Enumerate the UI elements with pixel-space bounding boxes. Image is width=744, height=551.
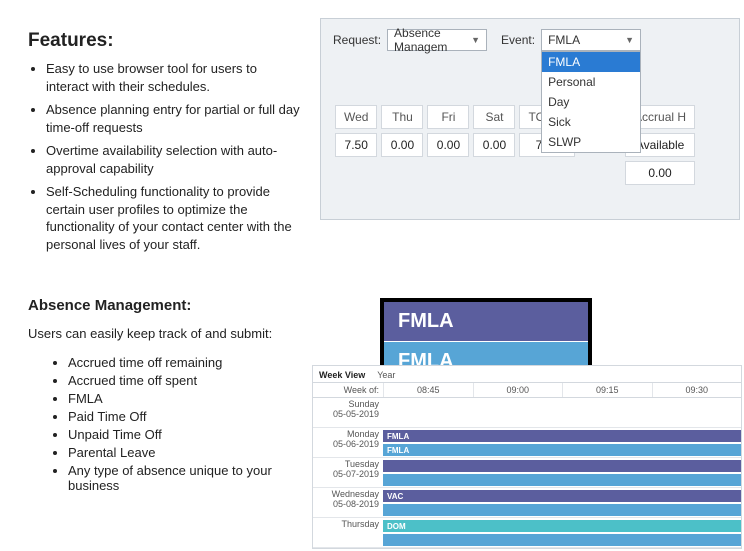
feature-item: Absence planning entry for partial or fu…: [46, 101, 303, 136]
day-date: 05-07-2019: [317, 470, 379, 480]
event-label: Event:: [501, 33, 535, 47]
hours-cell: 0.00: [625, 161, 695, 185]
week-of-label: Week of:: [313, 383, 383, 397]
event-bar[interactable]: [383, 474, 741, 486]
event-select[interactable]: FMLA ▼: [541, 29, 641, 51]
hours-cell: 0.00: [427, 133, 469, 157]
features-list: Easy to use browser tool for users to in…: [28, 60, 303, 253]
day-date: 05-08-2019: [317, 500, 379, 510]
absence-item: Unpaid Time Off: [68, 427, 303, 442]
day-row: Tuesday05-07-2019: [313, 458, 741, 488]
feature-item: Overtime availability selection with aut…: [46, 142, 303, 177]
chevron-down-icon: ▼: [471, 35, 480, 45]
event-select-value: FMLA: [548, 33, 580, 47]
event-bar[interactable]: [383, 534, 741, 546]
tab-week-view[interactable]: Week View: [319, 370, 365, 380]
hours-header: Sat: [473, 105, 515, 129]
day-row: Sunday05-05-2019: [313, 398, 741, 428]
features-heading: Features:: [28, 30, 303, 52]
day-row: Thursday DOM: [313, 518, 741, 548]
hours-cell: 0.00: [381, 133, 423, 157]
absence-item: Parental Leave: [68, 445, 303, 460]
time-tick: 09:00: [473, 383, 563, 397]
hours-header: Fri: [427, 105, 469, 129]
absence-item: Accrued time off spent: [68, 373, 303, 388]
event-bar[interactable]: FMLA: [383, 430, 741, 442]
event-bar[interactable]: [383, 504, 741, 516]
time-tick: 09:15: [562, 383, 652, 397]
event-dropdown: FMLA Personal Day Sick SLWP: [541, 51, 641, 153]
absence-intro: Users can easily keep track of and submi…: [28, 326, 303, 341]
day-row: Monday05-06-2019 FMLA FMLA: [313, 428, 741, 458]
day-date: 05-05-2019: [317, 410, 379, 420]
absence-item: Paid Time Off: [68, 409, 303, 424]
absence-item: Accrued time off remaining: [68, 355, 303, 370]
absence-heading: Absence Management:: [28, 297, 303, 314]
absence-item: Any type of absence unique to your busin…: [68, 463, 303, 493]
app-bottom-screenshot: Week View Year Week of: 08:45 09:00 09:1…: [312, 365, 742, 549]
chevron-down-icon: ▼: [625, 35, 634, 45]
day-row: Wednesday05-08-2019 VAC: [313, 488, 741, 518]
request-select-value: Absence Managem: [394, 26, 471, 54]
event-option[interactable]: Day: [542, 92, 640, 112]
absence-item: FMLA: [68, 391, 303, 406]
event-bar[interactable]: VAC: [383, 490, 741, 502]
time-tick: 09:30: [652, 383, 742, 397]
event-bar[interactable]: FMLA: [383, 444, 741, 456]
time-tick: 08:45: [383, 383, 473, 397]
hours-header: Wed: [335, 105, 377, 129]
event-option[interactable]: SLWP: [542, 132, 640, 152]
event-option[interactable]: FMLA: [542, 52, 640, 72]
event-bar[interactable]: [383, 460, 741, 472]
absence-list: Accrued time off remaining Accrued time …: [28, 355, 303, 493]
feature-item: Self-Scheduling functionality to provide…: [46, 183, 303, 253]
event-option[interactable]: Sick: [542, 112, 640, 132]
event-bar[interactable]: DOM: [383, 520, 741, 532]
callout-bar-1: FMLA: [384, 302, 588, 342]
day-name: Thursday: [317, 520, 379, 530]
feature-item: Easy to use browser tool for users to in…: [46, 60, 303, 95]
hours-table: Wed Thu Fri Sat TOTAL Accrual H 7.50 0.0…: [331, 101, 699, 189]
request-label: Request:: [333, 33, 381, 47]
hours-cell: 7.50: [335, 133, 377, 157]
app-top-screenshot: Request: Absence Managem ▼ Event: FMLA ▼…: [320, 18, 740, 220]
hours-header: Thu: [381, 105, 423, 129]
request-select[interactable]: Absence Managem ▼: [387, 29, 487, 51]
tab-year[interactable]: Year: [377, 370, 395, 380]
day-date: 05-06-2019: [317, 440, 379, 450]
hours-cell: 0.00: [473, 133, 515, 157]
event-option[interactable]: Personal: [542, 72, 640, 92]
